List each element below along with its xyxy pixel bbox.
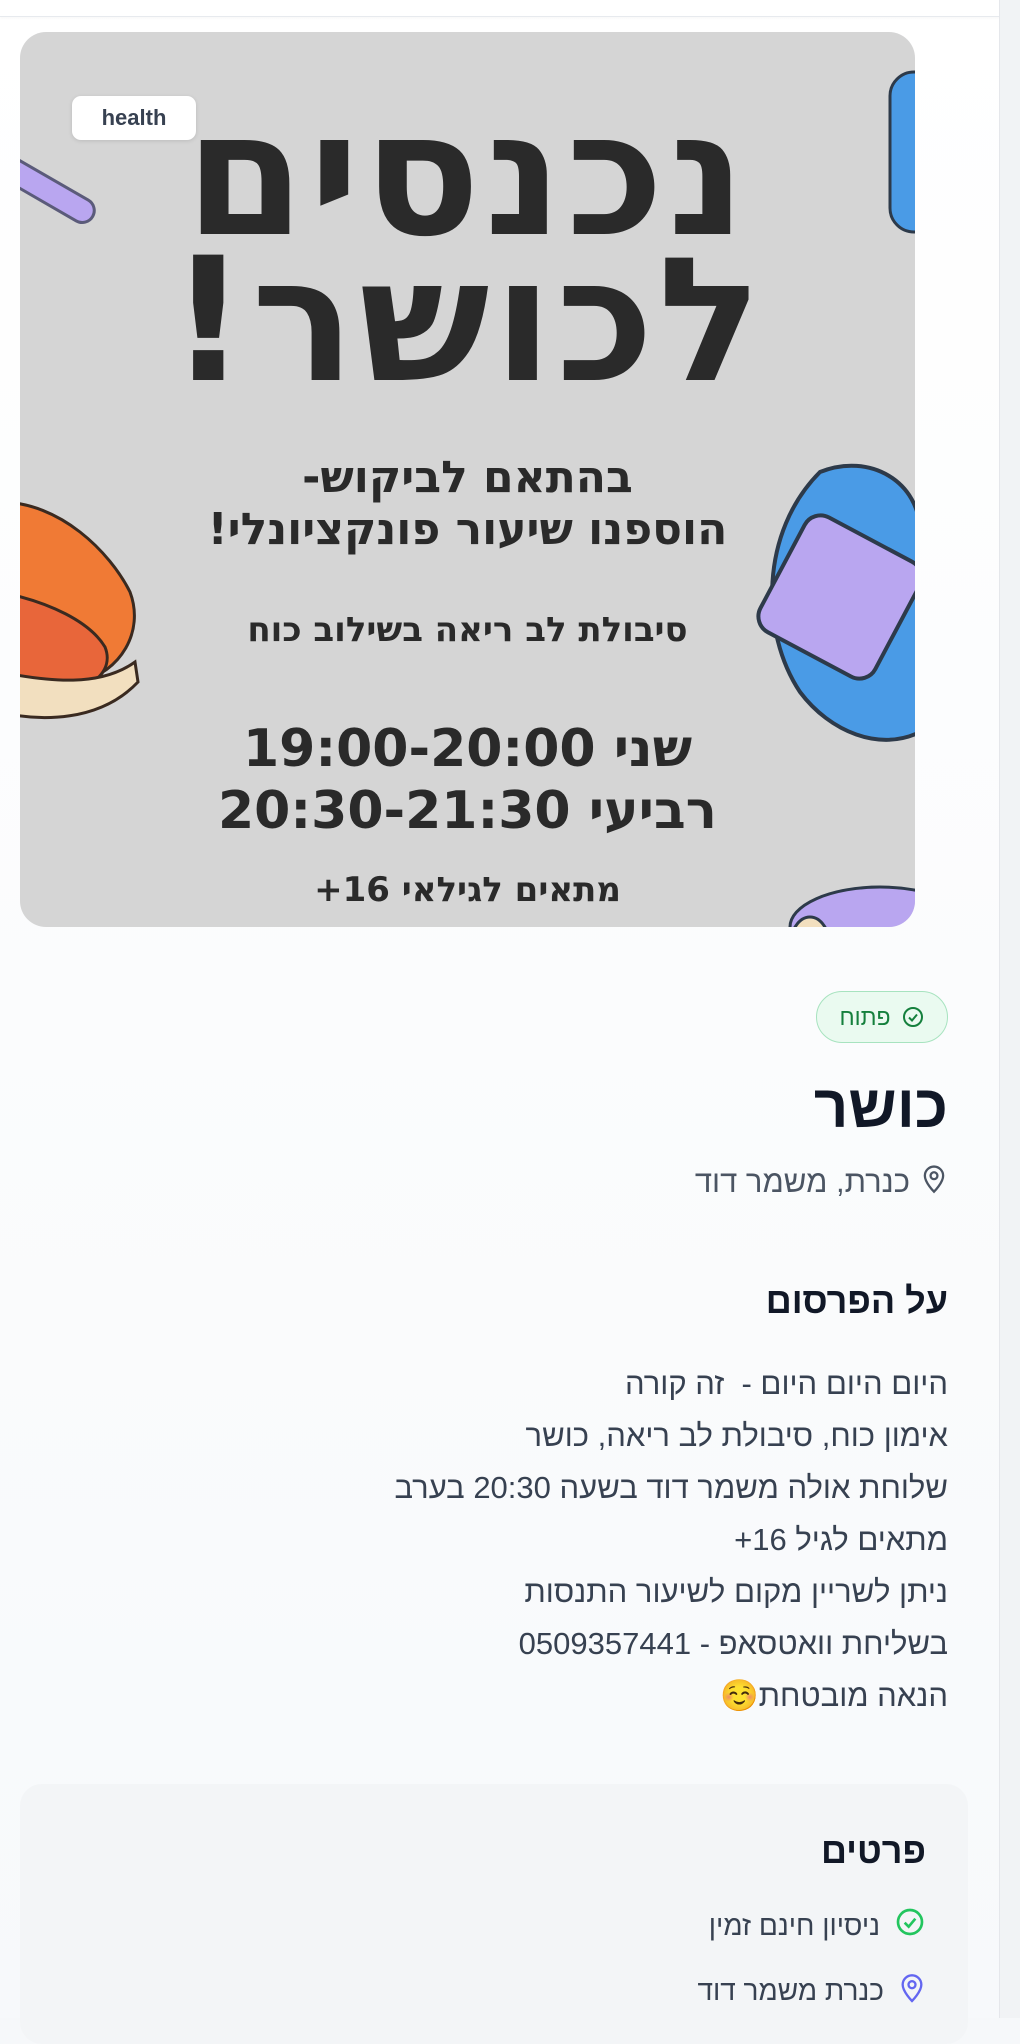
description-line: בשליחת וואטסאפ - 0509357441 [518, 1626, 948, 1661]
location-text: כנרת, משמר דוד [694, 1164, 910, 1199]
about-description: היום היום היום - זה קורה אימון כוח, סיבו… [68, 1358, 948, 1722]
top-bar [0, 0, 1000, 17]
detail-location: כנרת משמר דוד [697, 1970, 926, 2011]
detail-text: כנרת משמר דוד [697, 1974, 884, 2006]
status-badge: פתוח [816, 991, 948, 1043]
map-pin-icon [920, 1162, 948, 1202]
description-line: אימון כוח, סיבולת לב ריאה, כושר [525, 1418, 948, 1453]
poster-schedule-line1: שני 19:00-20:00 [242, 719, 693, 779]
detail-free-trial: ניסיון חינם זמין [709, 1906, 926, 1945]
listing-location: כנרת, משמר דוד [695, 1162, 948, 1202]
details-heading: פרטים [820, 1830, 926, 1871]
listing-image[interactable]: נכנסים לכושר! בהתאם לביקוש- הוספנו שיעור… [20, 32, 915, 927]
status-label: פתוח [839, 1003, 891, 1030]
poster-sub-line2: הוספנו שיעור פונקציונלי! [207, 504, 728, 555]
listing-title: כושר [813, 1073, 948, 1140]
description-line: ניתן לשריין מקום לשיעור התנסות [524, 1574, 948, 1609]
poster-age: מתאים לגילאי 16+ [314, 870, 621, 910]
description-line: הנאה מובטחת☺️ [720, 1678, 948, 1713]
description-line: שלוחת אולה משמר דוד בשעה 20:30 בערב [394, 1470, 948, 1505]
about-heading: על הפרסום [765, 1280, 948, 1321]
description-line: היום היום היום - זה קורה [624, 1366, 948, 1401]
poster-subtitle: בהתאם לביקוש- הוספנו שיעור פונקציונלי! [20, 452, 915, 556]
poster-schedule: שני 19:00-20:00 רביעי 20:30-21:30 [20, 718, 915, 842]
poster-schedule-line2: רביעי 20:30-21:30 [217, 781, 717, 841]
poster-sub-line1: בהתאם לביקוש- [302, 452, 633, 503]
poster-headline: נכנסים לכושר! [20, 89, 915, 421]
scrollbar[interactable] [999, 0, 1020, 2018]
description-line: מתאים לגיל 16+ [734, 1522, 948, 1557]
details-card: פרטים ניסיון חינם זמין כנרת משמר דוד [20, 1784, 968, 2044]
detail-text: ניסיון חינם זמין [708, 1909, 880, 1941]
poster-description: סיבולת לב ריאה בשילוב כוח [247, 610, 688, 650]
map-pin-icon [898, 1970, 926, 2011]
check-circle-icon [894, 1906, 926, 1945]
poster-headline-line2: לכושר! [169, 220, 766, 421]
category-tag: health [72, 96, 196, 140]
listing-page: נכנסים לכושר! בהתאם לביקוש- הוספנו שיעור… [0, 0, 1000, 2044]
check-circle-icon [901, 1005, 925, 1029]
